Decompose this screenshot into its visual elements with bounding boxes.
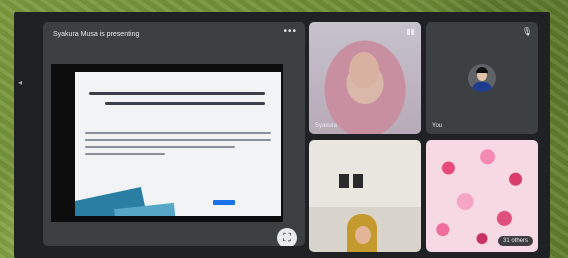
wall-decoration [353, 174, 363, 188]
shared-screen [51, 64, 283, 222]
participant-tile[interactable] [309, 140, 421, 252]
slide-button [213, 200, 235, 205]
slide-translation-line [85, 139, 271, 141]
mic-off-icon: 🎙 [521, 27, 532, 36]
slide-translation-line [85, 153, 165, 155]
self-tile[interactable]: 🎙 You [426, 22, 538, 134]
others-count-label: 31 others [498, 236, 534, 246]
audio-level-icon: ▮▮ [406, 27, 415, 36]
meeting-window: ◂ Syakura Musa is presenting ••• ⛶ ▮▮ Sy… [14, 12, 550, 258]
avatar [468, 64, 496, 92]
presentation-tile[interactable]: Syakura Musa is presenting ••• ⛶ [43, 22, 305, 246]
slide [75, 72, 281, 216]
participant-video [349, 52, 379, 88]
fullscreen-icon[interactable]: ⛶ [277, 228, 297, 246]
participant-name: Syakura [315, 123, 338, 129]
wall-decoration [339, 174, 349, 188]
collapse-sidebar-icon[interactable]: ◂ [18, 78, 22, 87]
slide-translation-line [85, 146, 235, 148]
more-options-icon[interactable]: ••• [283, 26, 297, 37]
slide-translation-line [85, 132, 271, 134]
participant-tile[interactable]: ▮▮ Syakura [309, 22, 421, 134]
slide-arabic-text-line [105, 102, 265, 105]
presenter-label: Syakura Musa is presenting [53, 31, 140, 38]
others-tile[interactable]: 31 others [426, 140, 538, 252]
slide-arabic-text-line [89, 92, 265, 95]
participant-name: You [432, 123, 443, 129]
